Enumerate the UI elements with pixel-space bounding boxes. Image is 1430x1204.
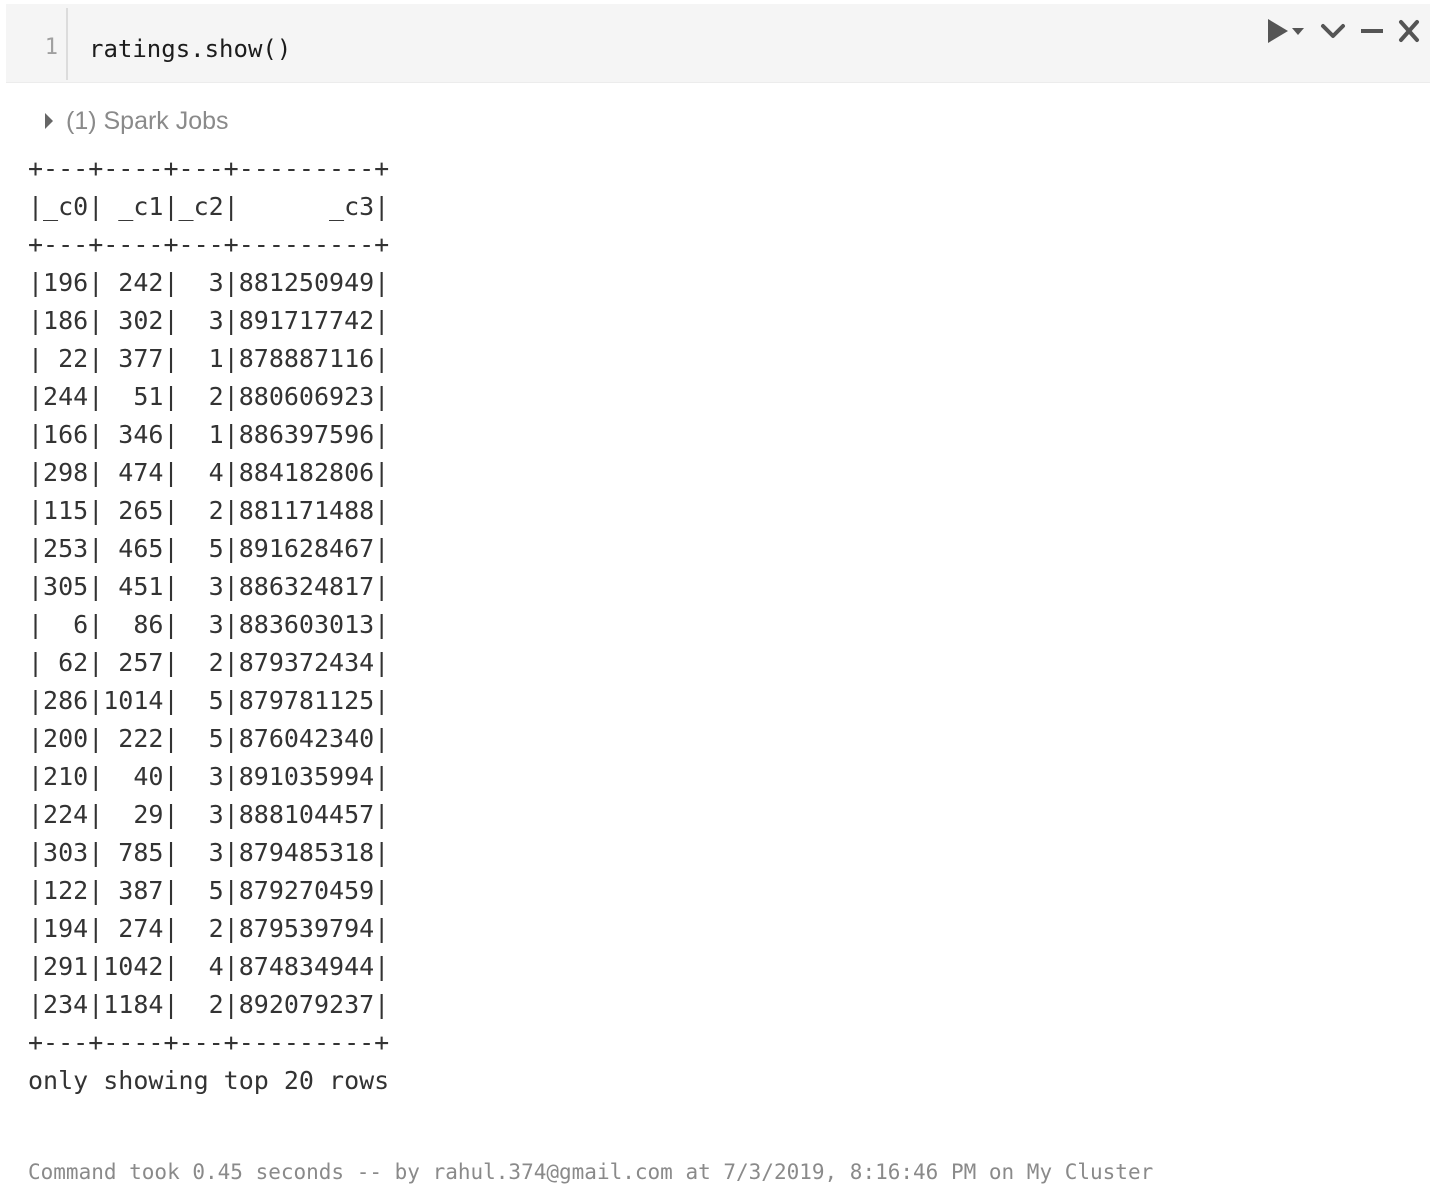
output-line: |186| 302| 3|891717742|	[28, 306, 390, 335]
code-editor-text[interactable]: ratings.show()	[89, 37, 291, 61]
output-line: |166| 346| 1|886397596|	[28, 420, 390, 449]
output-line: |253| 465| 5|891628467|	[28, 534, 390, 563]
run-icon	[1268, 19, 1304, 43]
output-line: |291|1042| 4|874834944|	[28, 952, 390, 981]
output-line: +---+----+---+---------+	[28, 230, 390, 259]
output-line: |234|1184| 2|892079237|	[28, 990, 390, 1019]
cell-toolbar	[1266, 14, 1420, 48]
line-number: 1	[44, 35, 58, 60]
output-line: |210| 40| 3|891035994|	[28, 762, 390, 791]
output-line: |194| 274| 2|879539794|	[28, 914, 390, 943]
output-line: | 6| 86| 3|883603013|	[28, 610, 390, 639]
output-line: |224| 29| 3|888104457|	[28, 800, 390, 829]
collapse-cell-button[interactable]	[1320, 15, 1346, 47]
output-line: |200| 222| 5|876042340|	[28, 724, 390, 753]
output-line: | 62| 257| 2|879372434|	[28, 648, 390, 677]
run-menu-chevron-icon	[1292, 28, 1304, 35]
gutter-divider	[66, 8, 68, 80]
output-line: |305| 451| 3|886324817|	[28, 572, 390, 601]
delete-cell-button[interactable]	[1398, 15, 1420, 47]
output-line: +---+----+---+---------+	[28, 1028, 390, 1057]
output-line: |244| 51| 2|880606923|	[28, 382, 390, 411]
output-line: | 22| 377| 1|878887116|	[28, 344, 390, 373]
minimize-icon	[1361, 29, 1383, 33]
command-status: Command took 0.45 seconds -- by rahul.37…	[28, 1160, 1154, 1184]
spark-jobs-toggle[interactable]: (1) Spark Jobs	[44, 106, 229, 136]
spark-jobs-label: (1) Spark Jobs	[66, 106, 229, 135]
code-cell-input[interactable]: 1 ratings.show()	[6, 4, 1430, 83]
line-gutter: 1	[6, 4, 66, 82]
output-line: |122| 387| 5|879270459|	[28, 876, 390, 905]
output-line: |115| 265| 2|881171488|	[28, 496, 390, 525]
output-line: |286|1014| 5|879781125|	[28, 686, 390, 715]
output-line: |_c0| _c1|_c2| _c3|	[28, 192, 390, 221]
collapse-chevron-icon	[1321, 24, 1345, 38]
output-line: only showing top 20 rows	[28, 1066, 390, 1095]
caret-right-icon	[45, 113, 53, 129]
run-cell-button[interactable]	[1266, 15, 1306, 47]
output-line: |196| 242| 3|881250949|	[28, 268, 390, 297]
output-line: +---+----+---+---------+	[28, 154, 390, 183]
output-line: |298| 474| 4|884182806|	[28, 458, 390, 487]
close-icon	[1399, 20, 1419, 42]
cell-output: +---+----+---+---------+ |_c0| _c1|_c2| _…	[28, 150, 389, 1100]
output-line: |303| 785| 3|879485318|	[28, 838, 390, 867]
minimize-cell-button[interactable]	[1360, 15, 1384, 47]
